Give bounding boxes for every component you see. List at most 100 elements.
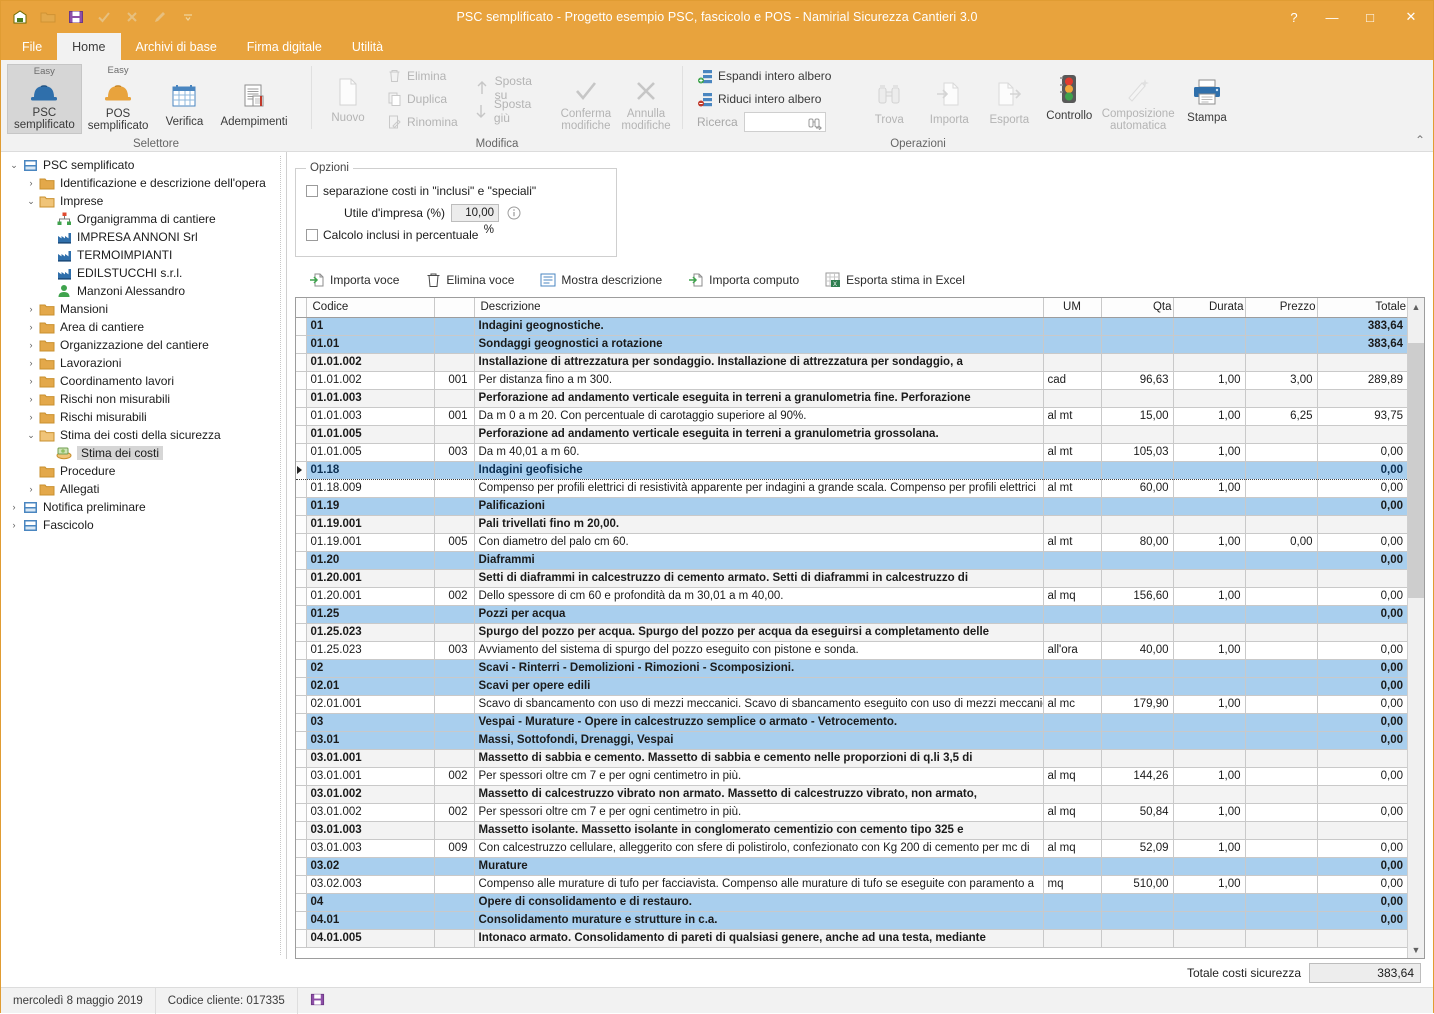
tree-item-rischi-misurabili[interactable]: ›Rischi misurabili [1, 408, 286, 426]
table-row[interactable]: 01.20.001002Dello spessore di cm 60 e pr… [296, 587, 1407, 605]
cell-num[interactable] [434, 353, 474, 371]
tree-item-impresa-annoni-srl[interactable]: IMPRESA ANNONI Srl [1, 228, 286, 246]
cell-durata[interactable] [1173, 461, 1245, 479]
tree-item-psc-semplificato[interactable]: ⌄PSC semplificato [1, 156, 286, 174]
table-row[interactable]: 01.25Pozzi per acqua0,00 [296, 605, 1407, 623]
chevron-down-icon[interactable]: ⌄ [7, 156, 21, 174]
cell-totale[interactable]: 0,00 [1317, 875, 1407, 893]
cell-descrizione[interactable]: Murature [474, 857, 1043, 875]
cell-prezzo[interactable]: 0,00 [1245, 533, 1317, 551]
psc-semplificato-button[interactable]: Easy PSCsemplificato [7, 64, 82, 134]
cell-qta[interactable] [1101, 461, 1173, 479]
controllo-button[interactable]: Controllo [1039, 64, 1099, 134]
tree-item-rischi-non-misurabili[interactable]: ›Rischi non misurabili [1, 390, 286, 408]
cell-num[interactable]: 003 [434, 443, 474, 461]
scroll-down-arrow[interactable]: ▼ [1408, 941, 1424, 958]
verifica-button[interactable]: Verifica [154, 64, 214, 134]
tree-item-procedure[interactable]: Procedure [1, 462, 286, 480]
tree-item-organizzazione-del-cantiere[interactable]: ›Organizzazione del cantiere [1, 336, 286, 354]
cell-prezzo[interactable] [1245, 335, 1317, 353]
cell-totale[interactable] [1317, 389, 1407, 407]
tree-item-organigramma-di-cantiere[interactable]: Organigramma di cantiere [1, 210, 286, 228]
tab-file[interactable]: File [7, 33, 57, 60]
table-row[interactable]: 03.01Massi, Sottofondi, Drenaggi, Vespai… [296, 731, 1407, 749]
col-prezzo[interactable]: Prezzo [1245, 298, 1317, 317]
tree-item-allegati[interactable]: ›Allegati [1, 480, 286, 498]
cell-descrizione[interactable]: Pozzi per acqua [474, 605, 1043, 623]
cell-num[interactable]: 003 [434, 641, 474, 659]
cell-um[interactable]: al mt [1043, 479, 1101, 497]
cell-um[interactable] [1043, 353, 1101, 371]
cell-totale[interactable] [1317, 569, 1407, 587]
chevron-down-icon[interactable]: ⌄ [24, 426, 38, 444]
cell-descrizione[interactable]: Dello spessore di cm 60 e profondità da … [474, 587, 1043, 605]
sposta-giu-button[interactable]: Sposta giù [470, 99, 552, 122]
cell-descrizione[interactable]: Consolidamento murature e strutture in c… [474, 911, 1043, 929]
calcolo-inclusi-row[interactable]: Calcolo inclusi in percentuale [306, 224, 606, 246]
cell-num[interactable] [434, 713, 474, 731]
separazione-costi-checkbox[interactable] [306, 185, 318, 197]
table-row[interactable]: 04Opere di consolidamento e di restauro.… [296, 893, 1407, 911]
cell-um[interactable] [1043, 677, 1101, 695]
chevron-right-icon[interactable]: › [24, 372, 38, 390]
tree-item-edilstucchi-s-r-l[interactable]: EDILSTUCCHI s.r.l. [1, 264, 286, 282]
cell-num[interactable] [434, 335, 474, 353]
cell-qta[interactable] [1101, 785, 1173, 803]
col-qta[interactable]: Qta [1101, 298, 1173, 317]
cell-prezzo[interactable] [1245, 623, 1317, 641]
cell-prezzo[interactable] [1245, 479, 1317, 497]
cell-num[interactable] [434, 623, 474, 641]
cell-codice[interactable]: 01.25.023 [306, 641, 434, 659]
cell-num[interactable] [434, 659, 474, 677]
cell-qta[interactable] [1101, 821, 1173, 839]
tree-item-termoimpianti[interactable]: TERMOIMPIANTI [1, 246, 286, 264]
elimina-voce-action[interactable]: Elimina voce [425, 272, 514, 288]
cell-um[interactable] [1043, 335, 1101, 353]
nuovo-button[interactable]: Nuovo [318, 64, 378, 134]
table-row[interactable]: 01.01Sondaggi geognostici a rotazione383… [296, 335, 1407, 353]
cell-descrizione[interactable]: Compenso per profili elettrici di resist… [474, 479, 1043, 497]
cell-prezzo[interactable] [1245, 443, 1317, 461]
cell-um[interactable] [1043, 425, 1101, 443]
cell-totale[interactable]: 0,00 [1317, 479, 1407, 497]
cell-totale[interactable]: 0,00 [1317, 551, 1407, 569]
cell-codice[interactable]: 01.18.009 [306, 479, 434, 497]
cell-prezzo[interactable] [1245, 641, 1317, 659]
cell-num[interactable]: 001 [434, 371, 474, 389]
cell-codice[interactable]: 01.01.003 [306, 407, 434, 425]
cell-durata[interactable]: 1,00 [1173, 443, 1245, 461]
cell-um[interactable] [1043, 317, 1101, 335]
cell-qta[interactable] [1101, 569, 1173, 587]
cell-num[interactable] [434, 875, 474, 893]
cell-qta[interactable] [1101, 731, 1173, 749]
cell-descrizione[interactable]: Massetto isolante. Massetto isolante in … [474, 821, 1043, 839]
cell-prezzo[interactable] [1245, 317, 1317, 335]
cell-num[interactable]: 002 [434, 803, 474, 821]
cell-totale[interactable]: 0,00 [1317, 443, 1407, 461]
cell-num[interactable]: 002 [434, 767, 474, 785]
cell-um[interactable]: al mt [1043, 443, 1101, 461]
cell-num[interactable] [434, 425, 474, 443]
cell-durata[interactable] [1173, 749, 1245, 767]
cell-totale[interactable]: 93,75 [1317, 407, 1407, 425]
cell-um[interactable] [1043, 893, 1101, 911]
cell-um[interactable] [1043, 911, 1101, 929]
col-codice[interactable]: Codice [306, 298, 434, 317]
cell-durata[interactable]: 1,00 [1173, 767, 1245, 785]
cell-codice[interactable]: 04 [306, 893, 434, 911]
cell-qta[interactable] [1101, 497, 1173, 515]
chevron-right-icon[interactable]: › [24, 480, 38, 498]
table-row[interactable]: 03.01.001Massetto di sabbia e cemento. M… [296, 749, 1407, 767]
table-row[interactable]: 03.01.003Massetto isolante. Massetto iso… [296, 821, 1407, 839]
cell-codice[interactable]: 01.20.001 [306, 569, 434, 587]
tree-item-identificazione-e-descrizione-dell-opera[interactable]: ›Identificazione e descrizione dell'oper… [1, 174, 286, 192]
importa-button[interactable]: Importa [919, 64, 979, 134]
cell-um[interactable]: al mq [1043, 803, 1101, 821]
table-row[interactable]: 01.19.001005Con diametro del palo cm 60.… [296, 533, 1407, 551]
table-row[interactable]: 04.01Consolidamento murature e strutture… [296, 911, 1407, 929]
cell-um[interactable]: cad [1043, 371, 1101, 389]
cell-num[interactable] [434, 695, 474, 713]
cell-prezzo[interactable] [1245, 515, 1317, 533]
cell-codice[interactable]: 01.01 [306, 335, 434, 353]
table-row[interactable]: 02.01.001Scavo di sbancamento con uso di… [296, 695, 1407, 713]
